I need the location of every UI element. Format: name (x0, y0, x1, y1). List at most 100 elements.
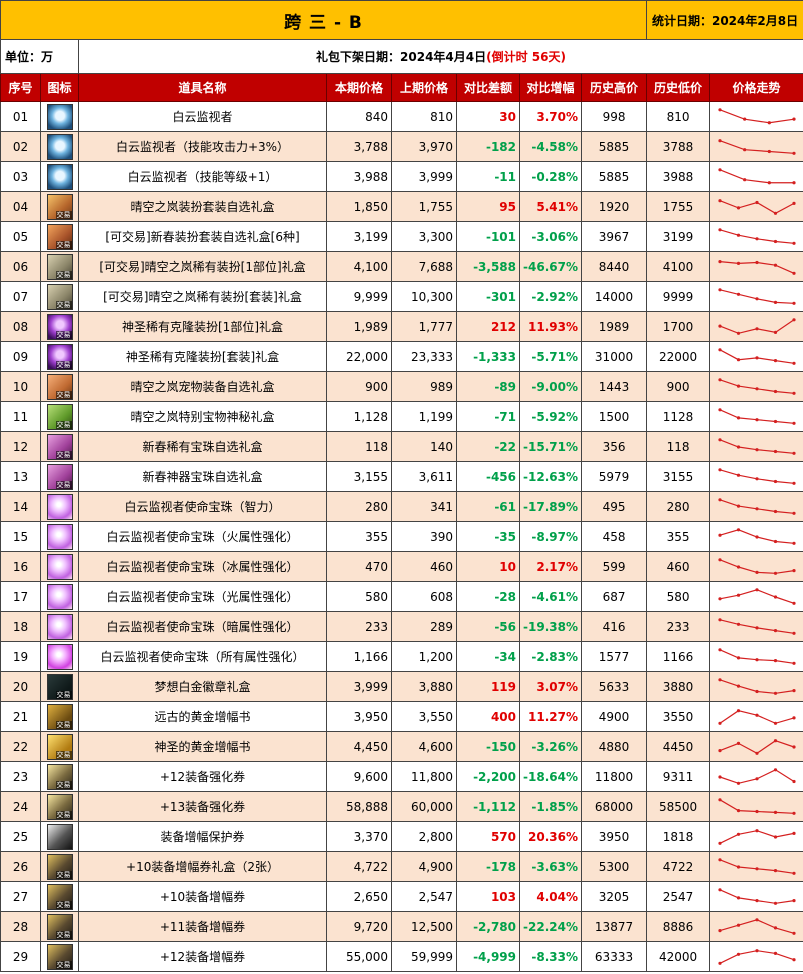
trend-point (742, 117, 746, 121)
trend-point (773, 901, 777, 905)
price-change-pct: 11.27% (519, 701, 582, 732)
price-change-pct: 11.93% (519, 311, 582, 342)
row-no: 29 (0, 941, 41, 972)
header-diff: 对比差额 (456, 73, 520, 102)
release-date-text: 礼包下架日期：2024年4月4日 (316, 50, 487, 64)
divine-clone-avatar-icon: 交易 (46, 313, 73, 340)
trend-point (773, 658, 777, 662)
price-diff: -101 (456, 221, 520, 252)
price-diff: -178 (456, 851, 520, 882)
trade-tag: 交易 (55, 300, 72, 309)
price-change-pct: -0.28% (519, 161, 582, 192)
trend-point (754, 625, 759, 629)
row-no: 18 (0, 611, 41, 642)
trend-point (717, 797, 722, 801)
divine-amplify-book-icon: 交易 (46, 733, 73, 760)
history-low: 280 (646, 491, 711, 522)
trend-point (736, 864, 740, 869)
history-low: 3788 (646, 131, 711, 162)
item-name: 新春神器宝珠自选礼盒 (78, 461, 327, 492)
price-change-pct: 3.07% (519, 671, 582, 702)
trend-point (754, 713, 759, 717)
row-no: 09 (0, 341, 41, 372)
price-diff: 400 (456, 701, 520, 732)
price-trend-sparkline (717, 767, 796, 785)
history-low: 9999 (646, 281, 711, 312)
row-no: 21 (0, 701, 41, 732)
price-trend-sparkline (717, 527, 796, 545)
table-row: 25 装备增幅保护券 3,370 2,800 570 20.36% 3950 1818 (0, 821, 803, 852)
price-diff: 570 (456, 821, 520, 852)
current-price: 118 (326, 431, 392, 462)
item-name: 白云监视者使命宝珠（暗属性强化） (78, 611, 327, 642)
price-diff: -182 (456, 131, 520, 162)
trend-point (754, 447, 759, 451)
trade-tag: 交易 (55, 390, 72, 399)
trend-point (791, 421, 796, 425)
plus10-amplify-ticket-icon: 交易 (46, 883, 73, 910)
trend-point (717, 138, 722, 142)
item-name: 神圣稀有克隆装扮[套装]礼盒 (78, 341, 327, 372)
trend-point (717, 198, 722, 202)
table-row: 29 交易 +12装备增幅券 55,000 59,999 -4,999 -8.33% 6333… (0, 941, 803, 972)
trade-tag: 交易 (55, 270, 72, 279)
previous-price: 2,547 (391, 881, 457, 912)
price-trend-sparkline (717, 407, 796, 425)
trend-point (773, 419, 777, 423)
history-high: 5885 (580, 161, 648, 192)
price-trend-sparkline (717, 917, 796, 935)
trend-point (791, 391, 796, 395)
price-diff: 95 (456, 191, 520, 222)
history-high: 5979 (580, 461, 648, 492)
trend-point (791, 117, 796, 121)
price-change-pct: 4.04% (519, 881, 582, 912)
history-low: 1818 (646, 821, 711, 852)
mission-orb-icon (46, 583, 73, 610)
table-row: 22 交易 神圣的黄金增幅书 4,450 4,600 -150 -3.26% 4880 4450 (0, 731, 803, 762)
table-row: 02 白云监视者（技能攻击力+3%） 3,788 3,970 -182 -4.58% 588… (0, 131, 803, 162)
price-diff: -34 (456, 641, 520, 672)
history-low: 9311 (646, 761, 711, 792)
item-name: +13装备强化券 (78, 791, 327, 822)
item-name: [可交易]晴空之岚稀有装扮[套装]礼盒 (78, 281, 327, 312)
row-no: 17 (0, 581, 41, 612)
history-low: 4450 (646, 731, 711, 762)
price-trend-sparkline (717, 467, 796, 485)
trend-line (719, 228, 794, 244)
trend-line (719, 288, 794, 304)
trend-point (767, 180, 771, 184)
table-row: 21 交易 远古的黄金增幅书 3,950 3,550 400 11.27% 4900 3550 (0, 701, 803, 732)
trend-point (754, 417, 759, 421)
trend-point (791, 451, 796, 455)
current-price: 9,999 (326, 281, 392, 312)
price-diff: -1,333 (456, 341, 520, 372)
trend-point (754, 476, 759, 480)
history-high: 1989 (580, 311, 648, 342)
trend-line (719, 858, 794, 874)
row-no: 20 (0, 671, 41, 702)
header-icon: 图标 (40, 73, 79, 102)
trend-line (719, 709, 794, 724)
trend-point (773, 263, 777, 267)
table-row: 24 交易 +13装备强化券 58,888 60,000 -1,112 -1.85% 6800… (0, 791, 803, 822)
trend-point (754, 534, 759, 539)
current-price: 4,722 (326, 851, 392, 882)
price-diff: -28 (456, 581, 520, 612)
history-high: 416 (580, 611, 648, 642)
trend-point (773, 358, 777, 362)
price-trend-sparkline (717, 857, 796, 875)
trend-point (717, 647, 722, 651)
trend-point (736, 444, 740, 449)
price-diff: -2,780 (456, 911, 520, 942)
previous-price: 810 (391, 101, 457, 132)
trend-point (754, 570, 759, 574)
item-name: 白云监视者（技能攻击力+3%） (78, 131, 327, 162)
price-diff: 119 (456, 671, 520, 702)
price-change-pct: 2.17% (519, 551, 582, 582)
history-low: 3199 (646, 221, 711, 252)
table-row: 09 交易 神圣稀有克隆装扮[套装]礼盒 22,000 23,333 -1,333 -5.7… (0, 341, 803, 372)
current-price: 3,988 (326, 161, 392, 192)
trend-point (754, 776, 759, 780)
trend-point (717, 677, 722, 681)
trend-point (717, 437, 722, 441)
